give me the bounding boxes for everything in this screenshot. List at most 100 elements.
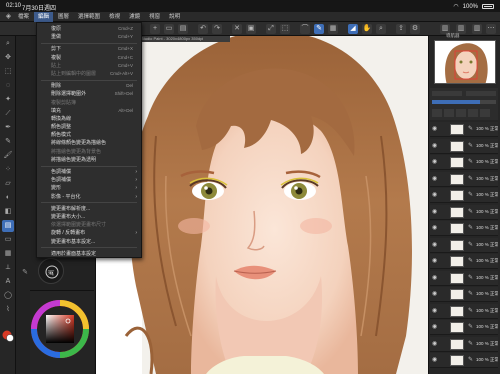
- open-icon[interactable]: ▭: [164, 24, 174, 34]
- move-tool-icon[interactable]: ✥: [2, 52, 14, 64]
- panel-toggle-3-icon[interactable]: ▥: [472, 24, 482, 34]
- text-tool-icon[interactable]: A: [2, 276, 14, 288]
- app-logo-icon[interactable]: ◈: [4, 13, 13, 21]
- visibility-eye-icon[interactable]: ◉: [432, 258, 439, 265]
- layer-row[interactable]: ◉ ✎ 100 % 正常: [430, 188, 498, 203]
- undo-icon[interactable]: ↶: [198, 24, 208, 34]
- canvas-area[interactable]: [96, 36, 428, 374]
- edit-menu-item[interactable]: 刪除 Del: [37, 82, 141, 90]
- menu-filter[interactable]: 濾鏡: [125, 12, 144, 22]
- visibility-eye-icon[interactable]: ◉: [432, 126, 439, 133]
- layer-row[interactable]: ◉ ✎ 100 % 正常: [430, 320, 498, 335]
- transform-icon[interactable]: ⤢: [266, 24, 276, 34]
- edit-menu-item[interactable]: 剪下 Cmd+X: [37, 45, 141, 53]
- wand-tool-icon[interactable]: ✦: [2, 94, 14, 106]
- eraser-tool-icon[interactable]: ▱: [2, 178, 14, 190]
- layer-row[interactable]: ◉ ✎ 100 % 正常: [430, 336, 498, 352]
- visibility-eye-icon[interactable]: ◉: [432, 324, 439, 331]
- pen-tool-icon[interactable]: ✒: [2, 122, 14, 134]
- layer-row[interactable]: ◉ ✎ 100 % 正常: [430, 303, 498, 319]
- redo-icon[interactable]: ↷: [212, 24, 222, 34]
- grid-icon[interactable]: ▦: [328, 24, 338, 34]
- layer-row[interactable]: ◉ ✎ 100 % 正常: [430, 155, 498, 170]
- edit-menu-item[interactable]: 影像 - 平台化 ›: [37, 193, 141, 201]
- fill-icon[interactable]: ▣: [246, 24, 256, 34]
- visibility-eye-icon[interactable]: ◉: [432, 192, 439, 199]
- menu-help[interactable]: 說明: [165, 12, 184, 22]
- gradient-tool-icon[interactable]: ▤: [2, 220, 14, 232]
- menu-selection[interactable]: 選擇範圍: [74, 12, 104, 22]
- menu-view[interactable]: 檢視: [105, 12, 124, 22]
- layer-row[interactable]: ◉ ✎ 100 % 正常: [430, 287, 498, 302]
- pencil-tool-icon[interactable]: ✎: [2, 136, 14, 148]
- more-icon[interactable]: ⋯: [486, 24, 496, 34]
- layer-row[interactable]: ◉ ✎ 100 % 正常: [430, 221, 498, 236]
- color-swatch-icon[interactable]: [2, 330, 14, 342]
- menu-edit[interactable]: 編輯: [34, 11, 54, 22]
- airbrush-tool-icon[interactable]: ⁘: [2, 164, 14, 176]
- visibility-eye-icon[interactable]: ◉: [432, 291, 439, 298]
- edit-menu-item[interactable]: 顏色調整: [37, 123, 141, 131]
- edit-menu-item[interactable]: 色調補償 ›: [37, 176, 141, 184]
- correct-line-tool-icon[interactable]: ⌇: [2, 304, 14, 316]
- eyedropper-tool-icon[interactable]: ⟋: [2, 108, 14, 120]
- visibility-eye-icon[interactable]: ◉: [432, 242, 439, 249]
- zoom-tool-icon[interactable]: ⌕: [2, 38, 14, 50]
- edit-menu-item[interactable]: 復原 Cmd+Z: [37, 25, 141, 33]
- visibility-eye-icon[interactable]: ◉: [432, 143, 439, 150]
- hand-icon[interactable]: ✋: [362, 24, 372, 34]
- edit-menu-item[interactable]: 顏色模式: [37, 131, 141, 139]
- layer-row[interactable]: ◉ ✎ 100 % 正常: [430, 270, 498, 286]
- edit-menu-item[interactable]: 變形 ›: [37, 184, 141, 192]
- edit-menu-item[interactable]: 適用於畫面基本設定: [37, 250, 141, 258]
- select-all-icon[interactable]: ⬚: [280, 24, 290, 34]
- ruler-tool-icon[interactable]: ⟂: [2, 262, 14, 274]
- layer-row[interactable]: ◉ ✎ 100 % 正常: [430, 138, 498, 154]
- edit-menu-item[interactable]: 重做 Cmd+Y: [37, 33, 141, 41]
- edit-menu-item[interactable]: 填充 Alt+Del: [37, 107, 141, 115]
- ruler-icon[interactable]: ✎: [314, 24, 324, 34]
- layer-row[interactable]: ◉ ✎ 100 % 正常: [430, 122, 498, 137]
- edit-menu-item[interactable]: 將線條顏色變更為描繪色: [37, 139, 141, 147]
- navigator-thumbnail[interactable]: [434, 40, 496, 84]
- document-tab[interactable]: Clip Studio Paint - 3020x4800px 350dpi: [130, 36, 230, 42]
- pen-pressure-icon[interactable]: ◢: [348, 24, 358, 34]
- save-icon[interactable]: ▤: [178, 24, 188, 34]
- share-icon[interactable]: ⇪: [396, 24, 406, 34]
- visibility-eye-icon[interactable]: ◉: [432, 159, 439, 166]
- edit-menu-item[interactable]: 旋轉 / 反轉畫布 ›: [37, 229, 141, 237]
- layer-row[interactable]: ◉ ✎ 100 % 正常: [430, 254, 498, 269]
- snap-icon[interactable]: ⌒: [300, 24, 310, 34]
- menu-window[interactable]: 視窗: [145, 12, 164, 22]
- menu-file[interactable]: 檔案: [14, 12, 33, 22]
- edit-menu-item[interactable]: 變更畫布基本設定...: [37, 238, 141, 246]
- edit-menu-item[interactable]: 色調補償 ›: [37, 168, 141, 176]
- menu-layer[interactable]: 圖層: [54, 12, 73, 22]
- visibility-eye-icon[interactable]: ◉: [432, 308, 439, 315]
- visibility-eye-icon[interactable]: ◉: [432, 225, 439, 232]
- fill-tool-icon[interactable]: ◧: [2, 206, 14, 218]
- edit-menu-item[interactable]: 轉換為線: [37, 115, 141, 123]
- visibility-eye-icon[interactable]: ◉: [432, 176, 439, 183]
- blend-tool-icon[interactable]: ◐: [2, 192, 14, 204]
- visibility-eye-icon[interactable]: ◉: [432, 341, 439, 348]
- frame-tool-icon[interactable]: ▦: [2, 248, 14, 260]
- sub-tool-brush-icon[interactable]: ✎: [20, 268, 30, 278]
- edit-menu-item[interactable]: 變更畫布解析度...: [37, 205, 141, 213]
- visibility-eye-icon[interactable]: ◉: [432, 209, 439, 216]
- balloon-tool-icon[interactable]: ◯: [2, 290, 14, 302]
- edit-menu-item[interactable]: 變更畫布大小...: [37, 213, 141, 221]
- settings-icon[interactable]: ⚙: [410, 24, 420, 34]
- zoom-icon[interactable]: ⌕: [376, 24, 386, 34]
- brush-tool-icon[interactable]: 🖌: [2, 150, 14, 162]
- layer-row[interactable]: ◉ ✎ 100 % 正常: [430, 204, 498, 220]
- edit-menu-item[interactable]: 將描繪色變更為透明: [37, 156, 141, 164]
- edit-menu-item[interactable]: 刪除選擇範圍外 Shift+Del: [37, 90, 141, 98]
- select-tool-icon[interactable]: ⬚: [2, 66, 14, 78]
- layer-row[interactable]: ◉ ✎ 100 % 正常: [430, 353, 498, 368]
- layer-row[interactable]: ◉ ✎ 100 % 正常: [430, 171, 498, 187]
- edit-menu-item[interactable]: 複製 Cmd+C: [37, 54, 141, 62]
- clear-icon[interactable]: ✕: [232, 24, 242, 34]
- visibility-eye-icon[interactable]: ◉: [432, 357, 439, 364]
- visibility-eye-icon[interactable]: ◉: [432, 275, 439, 282]
